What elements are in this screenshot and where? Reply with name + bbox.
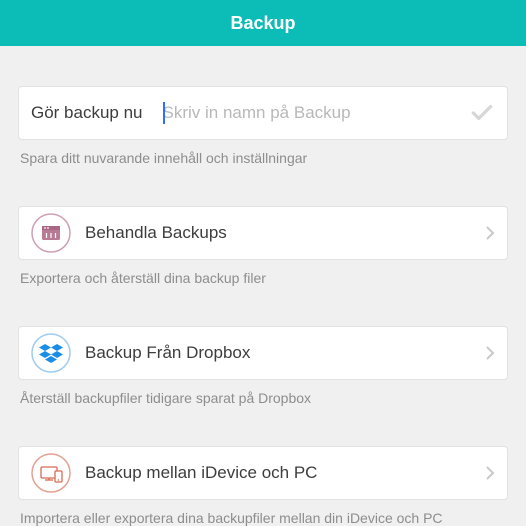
backup-now-hint: Spara ditt nuvarande innehåll och instäl… bbox=[18, 150, 508, 166]
chevron-right-icon bbox=[485, 225, 495, 241]
backup-now-card: Gör backup nu bbox=[18, 86, 508, 140]
page-title: Backup bbox=[230, 13, 295, 34]
manage-backups-row[interactable]: Behandla Backups bbox=[18, 206, 508, 260]
dropbox-backup-title: Backup Från Dropbox bbox=[85, 343, 485, 363]
idevice-pc-row[interactable]: Backup mellan iDevice och PC bbox=[18, 446, 508, 500]
backup-now-label: Gör backup nu bbox=[31, 103, 143, 123]
backup-name-input[interactable] bbox=[163, 103, 461, 123]
text-cursor bbox=[163, 102, 165, 124]
idevice-pc-icon bbox=[31, 453, 71, 493]
chevron-right-icon bbox=[485, 465, 495, 481]
chevron-right-icon bbox=[485, 345, 495, 361]
dropbox-backup-row[interactable]: Backup Från Dropbox bbox=[18, 326, 508, 380]
manage-backups-hint: Exportera och återställ dina backup file… bbox=[18, 270, 508, 286]
manage-backups-icon bbox=[31, 213, 71, 253]
header-bar: Backup bbox=[0, 0, 526, 46]
checkmark-icon[interactable] bbox=[469, 100, 495, 126]
manage-backups-title: Behandla Backups bbox=[85, 223, 485, 243]
dropbox-backup-hint: Återställ backupfiler tidigare sparat på… bbox=[18, 390, 508, 406]
dropbox-icon bbox=[31, 333, 71, 373]
idevice-pc-hint: Importera eller exportera dina backupfil… bbox=[18, 510, 508, 526]
idevice-pc-title: Backup mellan iDevice och PC bbox=[85, 463, 485, 483]
